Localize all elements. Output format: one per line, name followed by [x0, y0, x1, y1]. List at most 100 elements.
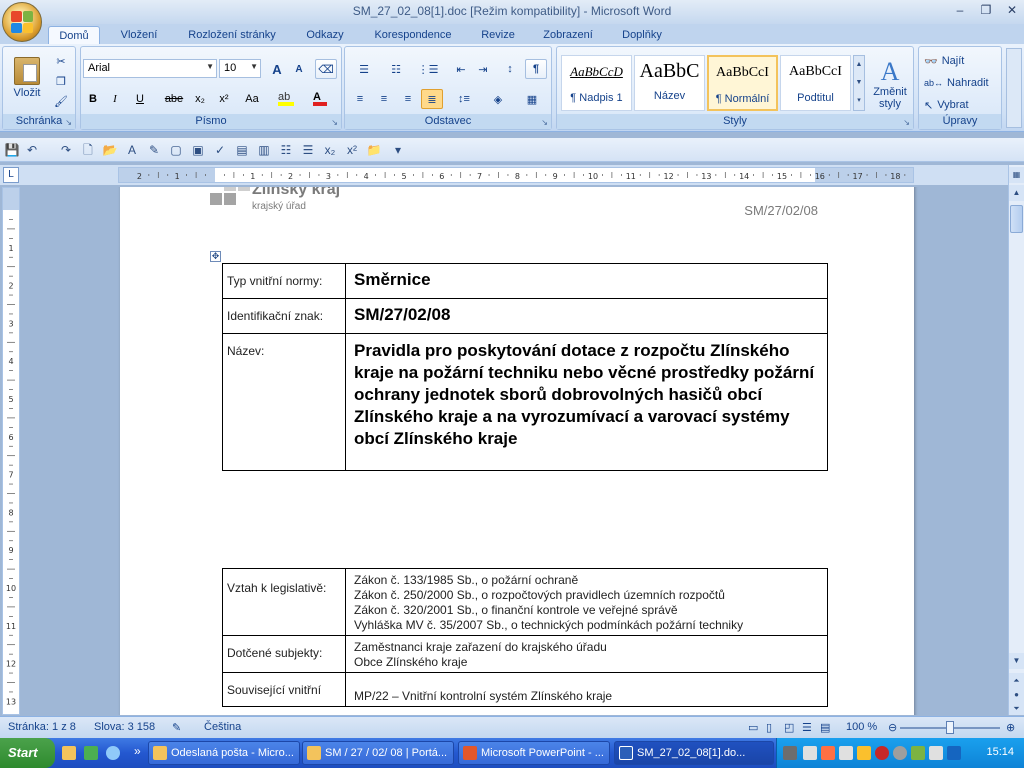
taskbar-button-browser[interactable]: SM / 27 / 02/ 08 | Portá...: [302, 741, 454, 765]
font-color-button[interactable]: A: [305, 89, 335, 109]
numbering-button[interactable]: ☷: [381, 59, 411, 79]
zoom-in-icon[interactable]: ⊕: [1006, 721, 1015, 734]
sort-button[interactable]: ↕: [499, 59, 521, 79]
find-button[interactable]: 👓 Najít: [923, 51, 999, 71]
tab-review[interactable]: Revize: [470, 26, 526, 45]
tab-mailings[interactable]: Korespondence: [364, 26, 462, 45]
zoom-slider-knob[interactable]: [946, 721, 954, 734]
align-right-button[interactable]: ≡: [397, 89, 419, 109]
taskbar-button-powerpoint[interactable]: Microsoft PowerPoint - ...: [458, 741, 610, 765]
tray-display-icon[interactable]: [947, 746, 961, 760]
change-case-button[interactable]: Aa: [237, 89, 267, 109]
style-title[interactable]: AaBbC Název: [634, 55, 705, 111]
quick-launch-explorer-icon[interactable]: [84, 746, 98, 760]
select-button[interactable]: ↖ Vybrat: [923, 95, 999, 115]
bold-button[interactable]: B: [83, 89, 103, 109]
strikethrough-button[interactable]: abe: [161, 89, 187, 109]
zoom-out-icon[interactable]: ⊖: [888, 721, 897, 734]
view-draft-icon[interactable]: ▤: [820, 721, 830, 734]
dialog-launcher-icon[interactable]: ↘: [65, 118, 72, 127]
ribbon-scroll[interactable]: [1006, 48, 1022, 128]
align-left-button[interactable]: ≡: [349, 89, 371, 109]
styles-scroll[interactable]: ▲ ▼ ▾: [853, 55, 865, 111]
close-button[interactable]: ✕: [1004, 3, 1020, 17]
view-web-layout-icon[interactable]: ◰: [784, 721, 794, 734]
paste-button[interactable]: Vložit: [7, 51, 47, 105]
word-count[interactable]: Slova: 3 158: [94, 721, 155, 733]
tray-update-icon[interactable]: [911, 746, 925, 760]
style-normal[interactable]: AaBbCcI ¶ Normální: [707, 55, 778, 111]
multilevel-list-button[interactable]: ⋮☰: [413, 59, 443, 79]
borders-button[interactable]: ▦: [517, 89, 547, 109]
save-icon[interactable]: 💾: [4, 142, 20, 158]
tab-addins[interactable]: Doplňky: [610, 26, 674, 45]
ruler-toggle-icon[interactable]: ▦: [1009, 167, 1024, 183]
document-page[interactable]: Zlínský kraj krajský úřad SM/27/02/08 ✥ …: [120, 187, 914, 715]
tray-volume-icon[interactable]: [929, 746, 943, 760]
format-painter-button[interactable]: 🖌: [51, 91, 71, 111]
tray-settings-icon[interactable]: [893, 746, 907, 760]
horizontal-ruler[interactable]: 2 1 1 2 3 4 5 6 7 8 9 10 11 12 13 14 15 16 17 18: [118, 167, 914, 183]
view-print-layout-icon[interactable]: ▭: [748, 721, 758, 734]
shading-button[interactable]: ◈: [483, 89, 513, 109]
subscript-button[interactable]: x₂: [189, 89, 211, 109]
edit-icon[interactable]: ✎: [146, 142, 162, 158]
tab-view[interactable]: Zobrazení: [534, 26, 602, 45]
superscript-icon[interactable]: x²: [344, 142, 360, 158]
replace-button[interactable]: ab↔ Nahradit: [923, 73, 999, 93]
proofing-icon[interactable]: ✎: [172, 721, 181, 734]
dialog-launcher-icon[interactable]: ↘: [903, 118, 910, 127]
tray-mail-icon[interactable]: [803, 746, 817, 760]
font-name-select[interactable]: Arial ▼: [83, 59, 217, 78]
italic-button[interactable]: I: [105, 89, 125, 109]
show-marks-button[interactable]: ¶: [525, 59, 547, 79]
image-icon[interactable]: ▣: [190, 142, 206, 158]
quick-launch-more-icon[interactable]: »: [134, 744, 141, 758]
dialog-launcher-icon[interactable]: ↘: [331, 118, 338, 127]
dialog-launcher-icon[interactable]: ↘: [541, 118, 548, 127]
underline-button[interactable]: U: [127, 89, 153, 109]
scroll-thumb[interactable]: [1010, 205, 1023, 233]
table-move-handle-icon[interactable]: ✥: [210, 251, 221, 262]
open-folder-icon[interactable]: 📂: [102, 142, 118, 158]
frame-icon[interactable]: ▢: [168, 142, 184, 158]
spellcheck-icon[interactable]: ✓: [212, 142, 228, 158]
zoom-level[interactable]: 100 %: [846, 721, 877, 733]
new-document-icon[interactable]: 🗋: [80, 142, 96, 158]
language[interactable]: Čeština: [204, 721, 241, 733]
clear-formatting-button[interactable]: ⌫: [315, 59, 337, 79]
page-icon[interactable]: ▥: [256, 142, 272, 158]
folder-icon[interactable]: 📁: [366, 142, 382, 158]
bullets-button[interactable]: ☰: [349, 59, 379, 79]
taskbar-button-word[interactable]: SM_27_02_08[1].do...: [614, 741, 774, 765]
style-subtitle[interactable]: AaBbCcI Podtitul: [780, 55, 851, 111]
tray-shield-icon[interactable]: [857, 746, 871, 760]
line-spacing-button[interactable]: ↕≡: [449, 89, 479, 109]
justify-button[interactable]: ≣: [421, 89, 443, 109]
style-heading-1[interactable]: AaBbCcD ¶ Nadpis 1: [561, 55, 632, 111]
taskbar-button-outlook[interactable]: Odeslaná pošta - Micro...: [148, 741, 300, 765]
quick-launch-media-icon[interactable]: [106, 746, 120, 760]
office-button[interactable]: [2, 2, 42, 42]
highlight-button[interactable]: ab: [271, 89, 301, 109]
customize-icon[interactable]: ▾: [390, 142, 406, 158]
vertical-ruler[interactable]: 1 2 3 4 5 6 7 8 9 10 11 12 13: [2, 187, 20, 715]
numbered-list-icon[interactable]: ☷: [278, 142, 294, 158]
tab-insert[interactable]: Vložení: [108, 26, 170, 45]
cut-button[interactable]: ✂: [51, 51, 71, 71]
vertical-scrollbar[interactable]: ▦ ▲ ▼ ⏶ ● ⏷: [1008, 165, 1024, 715]
maximize-button[interactable]: ❐: [978, 3, 994, 17]
tab-references[interactable]: Odkazy: [294, 26, 356, 45]
start-button[interactable]: Start: [0, 738, 55, 768]
change-styles-button[interactable]: A Změnit styly: [869, 53, 911, 115]
tab-home[interactable]: Domů: [48, 26, 100, 45]
tab-page-layout[interactable]: Rozložení stránky: [178, 26, 286, 45]
tray-app-icon[interactable]: [821, 746, 835, 760]
redo-icon[interactable]: ↷: [58, 142, 74, 158]
font-a-icon[interactable]: A: [124, 142, 140, 158]
tray-network-icon[interactable]: [839, 746, 853, 760]
tab-selector[interactable]: L: [3, 167, 19, 183]
copy-button[interactable]: ❐: [51, 71, 71, 91]
shrink-font-button[interactable]: A: [289, 59, 309, 79]
page-count[interactable]: Stránka: 1 z 8: [8, 721, 76, 733]
